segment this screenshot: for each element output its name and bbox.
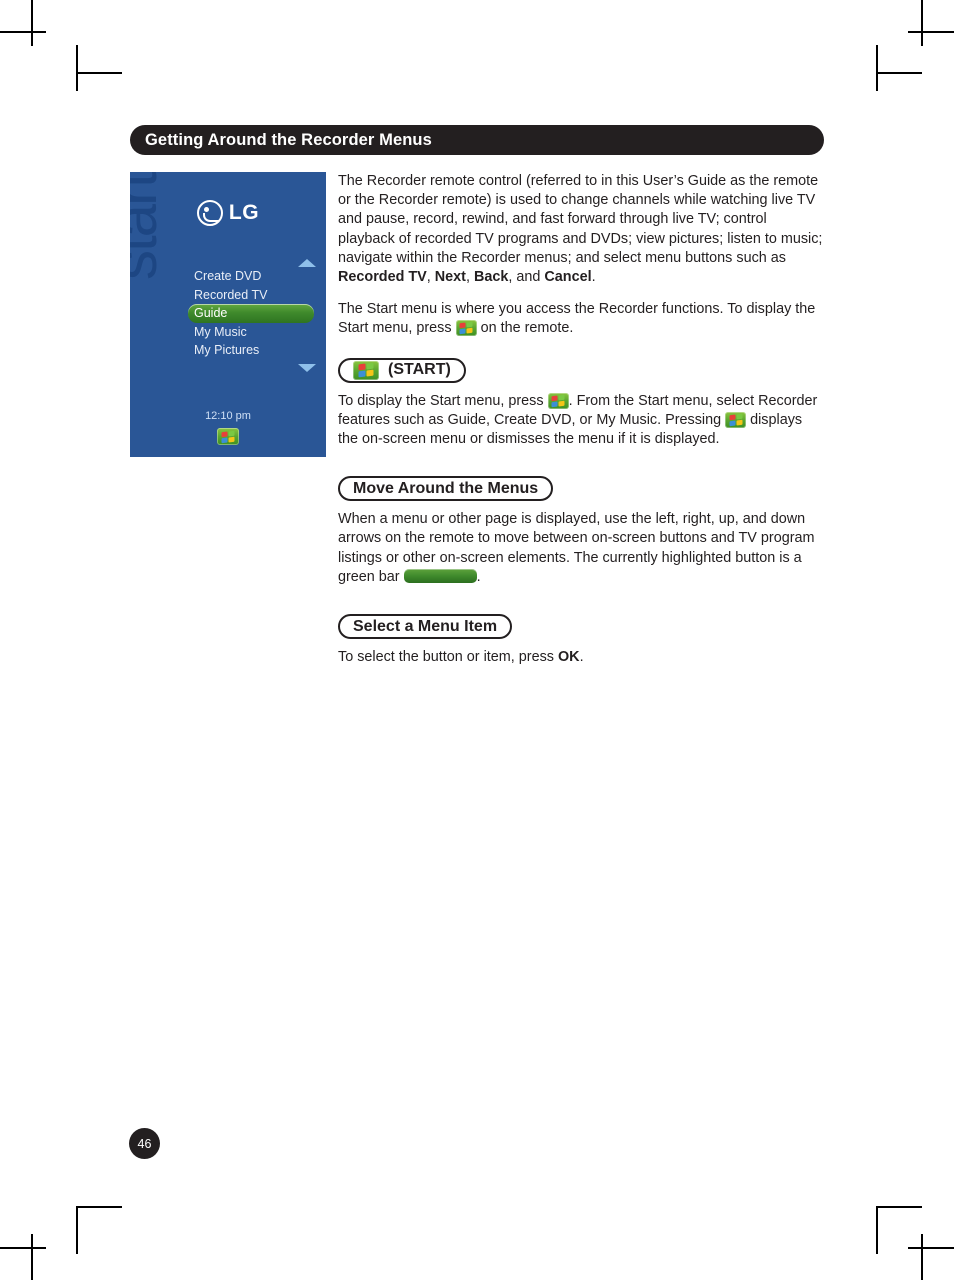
intro-text-part-1: The Recorder remote control (referred to… [338, 173, 823, 266]
subheading-select-label: Select a Menu Item [353, 617, 498, 635]
intro-text-part-2: , [426, 269, 435, 286]
start-section-paragraph: To display the Start menu, press . From … [338, 392, 824, 450]
trim-mark-top-left-h [76, 72, 122, 74]
scroll-down-arrow-icon[interactable] [298, 364, 316, 372]
menu-item-create-dvd[interactable]: Create DVD [188, 267, 320, 286]
subheading-move-around-the-menus: Move Around the Menus [338, 476, 554, 502]
start-section-text-part-1: To display the Start menu, press [338, 392, 548, 409]
recorder-start-menu-screenshot: start LG Create DVD Recorded TV Guide My… [130, 172, 326, 457]
lg-logo: LG [130, 200, 326, 226]
section-header-bar: Getting Around the Recorder Menus [130, 125, 824, 155]
crop-mark-top-right-h [908, 31, 954, 33]
trim-mark-bottom-right-h [876, 1206, 922, 1208]
menu-item-recorded-tv[interactable]: Recorded TV [188, 286, 320, 305]
trim-mark-top-right-h [876, 72, 922, 74]
crop-mark-top-left-h [0, 31, 46, 33]
page-title: Getting Around the Recorder Menus [145, 130, 432, 149]
start-menu-list: Create DVD Recorded TV Guide My Music My… [188, 267, 320, 360]
start-menu-paragraph: The Start menu is where you access the R… [338, 300, 824, 338]
windows-start-icon [455, 320, 477, 337]
windows-flag-glyph [551, 394, 565, 407]
intro-paragraph: The Recorder remote control (referred to… [338, 172, 824, 287]
select-section-paragraph: To select the button or item, press OK. [338, 648, 824, 667]
subheading-select-a-menu-item: Select a Menu Item [338, 614, 513, 640]
main-content-column: The Recorder remote control (referred to… [338, 172, 824, 680]
menu-item-my-pictures[interactable]: My Pictures [188, 341, 320, 360]
clock-display: 12:10 pm [205, 410, 251, 422]
subheading-start-label: (START) [388, 361, 451, 379]
crop-mark-bottom-left-v [31, 1234, 33, 1280]
select-section-text-part-1: To select the button or item, press [338, 649, 558, 666]
page-number-badge: 46 [129, 1128, 160, 1159]
windows-flag-glyph [358, 362, 374, 378]
term-next: Next [434, 269, 466, 286]
windows-flag-glyph [221, 430, 235, 443]
crop-mark-top-right-v [921, 0, 923, 46]
start-watermark-text: start [130, 173, 169, 280]
subheading-start-button: (START) [338, 357, 466, 383]
windows-flag-glyph [459, 322, 473, 335]
windows-start-icon[interactable] [217, 428, 239, 445]
windows-start-icon [725, 411, 747, 428]
trim-mark-bottom-right-v [876, 1208, 878, 1254]
term-back: Back [473, 269, 509, 286]
menu-item-my-music[interactable]: My Music [188, 323, 320, 342]
windows-start-icon [547, 392, 569, 409]
crop-mark-bottom-right-v [921, 1234, 923, 1280]
scroll-up-arrow-icon[interactable] [298, 259, 316, 267]
menu-item-guide[interactable]: Guide [188, 304, 314, 323]
intro-text-part-3: , [465, 269, 474, 286]
trim-mark-bottom-left-h [76, 1206, 122, 1208]
term-recorded-tv: Recorded TV [338, 269, 427, 286]
trim-mark-bottom-left-v [76, 1208, 78, 1254]
move-section-paragraph: When a menu or other page is displayed, … [338, 510, 824, 587]
crop-mark-bottom-left-h [0, 1247, 46, 1249]
subheading-move-label: Move Around the Menus [353, 479, 539, 497]
intro-text-part-5: . [591, 269, 596, 286]
lg-circle-icon [196, 200, 223, 226]
green-highlight-bar-sample [403, 568, 477, 583]
start-menu-text-part-2: on the remote. [476, 320, 574, 337]
windows-start-icon [353, 360, 379, 380]
intro-text-part-4: , and [508, 269, 545, 286]
trim-mark-top-right-v [876, 45, 878, 91]
windows-flag-glyph [729, 413, 743, 427]
crop-mark-top-left-v [31, 0, 33, 46]
lg-wordmark: LG [228, 201, 260, 224]
crop-mark-bottom-right-h [908, 1247, 954, 1249]
term-ok: OK [557, 649, 580, 666]
term-cancel: Cancel [544, 269, 592, 286]
move-section-text-part-2: . [476, 568, 481, 585]
select-section-text-part-2: . [579, 649, 584, 666]
trim-mark-top-left-v [76, 45, 78, 91]
start-menu-text-part-1: The Start menu is where you access the R… [338, 301, 816, 337]
